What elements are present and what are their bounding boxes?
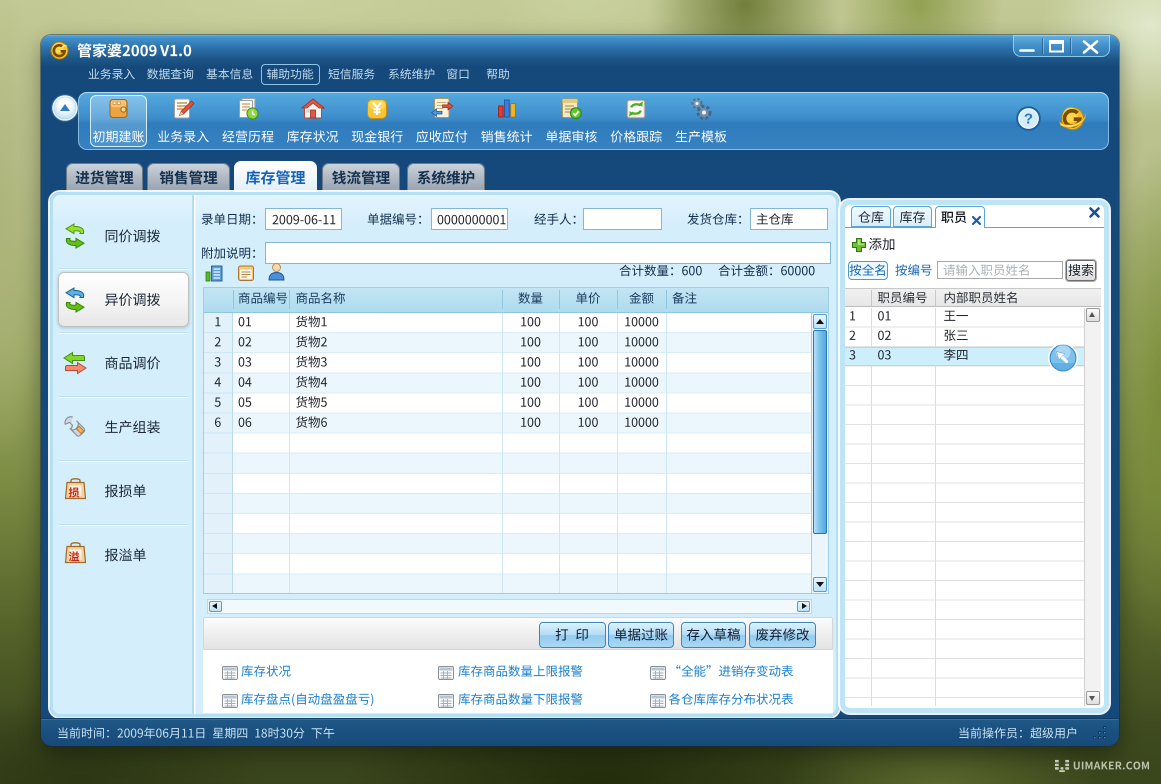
svg-text:?: ? (1023, 110, 1032, 127)
